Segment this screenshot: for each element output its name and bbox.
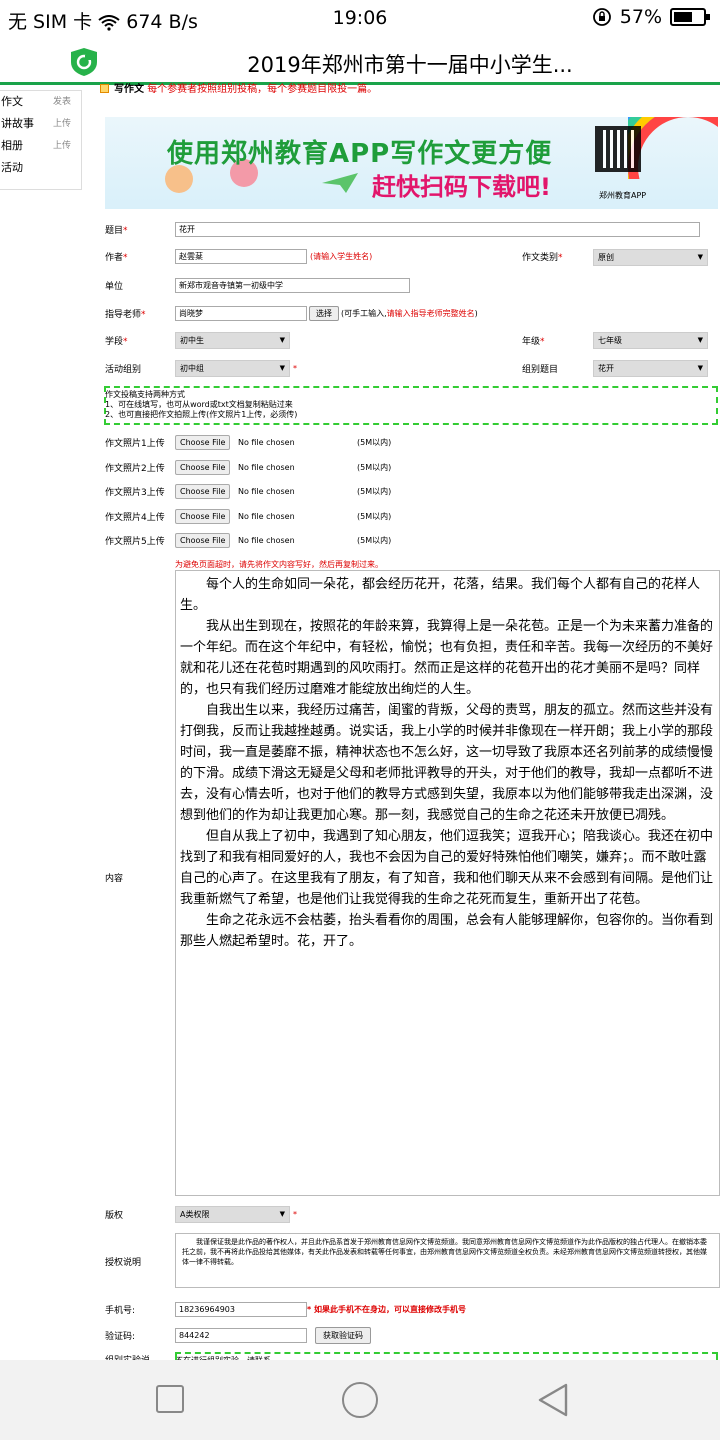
group-required-star: * <box>293 364 297 373</box>
get-code-button[interactable]: 获取验证码 <box>315 1327 371 1344</box>
home-icon[interactable] <box>342 1382 378 1418</box>
back-icon[interactable] <box>536 1382 570 1418</box>
photo-label: 作文照片4上传 <box>105 513 165 523</box>
side-item-story[interactable]: 讲故事 上传 <box>0 113 81 135</box>
system-nav-bar <box>0 1360 720 1440</box>
photo-size-limit: (5M以内) <box>357 536 392 545</box>
photo2-choose-button[interactable]: Choose File <box>175 460 231 475</box>
photo-size-limit: (5M以内) <box>357 512 392 521</box>
side-item-essay[interactable]: 作文 发表 <box>0 91 81 113</box>
stage-label: 学段* <box>105 337 128 347</box>
copyright-required-star: * <box>293 1210 297 1219</box>
author-label: 作者* <box>105 253 128 263</box>
content-label: 内容 <box>105 874 124 884</box>
unit-input[interactable]: 新郑市观音寺镇第一初级中学 <box>175 278 410 293</box>
auth-statement: 我谨保证我是此作品的著作权人，并且此作品系首发于郑州教育信息网作文博览频道。我同… <box>175 1233 720 1288</box>
photo-label: 作文照片1上传 <box>105 439 165 449</box>
photo-file-status: No file chosen <box>238 438 295 447</box>
grade-label: 年级* <box>522 337 545 347</box>
grade-select[interactable]: 七年级 <box>593 332 708 349</box>
side-menu: 作文 发表 讲故事 上传 相册 上传 活动 <box>0 90 82 190</box>
photo5-choose-button[interactable]: Choose File <box>175 533 231 548</box>
author-hint: (请输入学生姓名) <box>310 252 373 261</box>
section-heading: 写作文 每个参赛者按照组别投稿，每个参赛题目限投一篇。 <box>100 84 377 96</box>
rotation-lock-icon <box>592 8 611 26</box>
phone-hint: * 如果此手机不在身边，可以直接修改手机号 <box>307 1305 466 1314</box>
banner-line2: 赶快扫码下载吧! <box>372 173 551 201</box>
group-select[interactable]: 初中组 <box>175 360 290 377</box>
screen: 无 SIM 卡 674 B/s 19:06 57% 2019年郑州市第十一届中小… <box>0 0 720 1440</box>
photo-label: 作文照片2上传 <box>105 464 165 474</box>
select-teacher-button[interactable]: 选择 <box>309 306 339 321</box>
auth-label: 授权说明 <box>105 1258 142 1268</box>
recent-apps-icon[interactable] <box>156 1385 184 1413</box>
battery-percent: 57% <box>619 6 662 28</box>
essay-content-textarea[interactable]: 每个人的生命如同一朵花，都会经历花开，花落，结果。我们每个人都有自己的花样人生。… <box>175 570 720 1196</box>
photo1-choose-button[interactable]: Choose File <box>175 435 231 450</box>
submission-tips: 作文投稿支持两种方式 1、可在线填写，也可从word或txt文档复制粘贴过来 2… <box>105 390 298 419</box>
status-bar: 无 SIM 卡 674 B/s 19:06 57% <box>0 0 720 38</box>
stage-select[interactable]: 初中生 <box>175 332 290 349</box>
photo-size-limit: (5M以内) <box>357 487 392 496</box>
photo-label: 作文照片5上传 <box>105 537 165 547</box>
photo3-choose-button[interactable]: Choose File <box>175 484 231 499</box>
teacher-hint: (可手工输入,请输入指导老师完整姓名) <box>341 309 478 318</box>
topic-select[interactable]: 花开 <box>593 360 708 377</box>
title-bar: 2019年郑州市第十一届中小学生... <box>0 38 720 84</box>
code-label: 验证码: <box>105 1332 136 1342</box>
photo-label: 作文照片3上传 <box>105 488 165 498</box>
paper-plane-icon <box>322 173 358 193</box>
promo-banner[interactable]: 使用郑州教育APP写作文更方便 赶快扫码下载吧! 郑州教育APP <box>105 117 718 209</box>
category-label: 作文类别* <box>522 253 563 263</box>
battery-icon <box>670 8 710 26</box>
banner-line1: 使用郑州教育APP写作文更方便 <box>167 139 553 169</box>
photo-file-status: No file chosen <box>238 512 295 521</box>
photo-file-status: No file chosen <box>238 463 295 472</box>
teacher-label: 指导老师* <box>105 310 146 320</box>
category-select[interactable]: 原创 <box>593 249 708 266</box>
verify-code-input[interactable]: 844242 <box>175 1328 307 1343</box>
photo-size-limit: (5M以内) <box>357 463 392 472</box>
copyright-label: 版权 <box>105 1211 124 1221</box>
author-input[interactable]: 赵雲棻 <box>175 249 307 264</box>
unit-label: 单位 <box>105 282 124 292</box>
copyright-select[interactable]: A类权限 <box>175 1206 290 1223</box>
section-icon <box>100 84 109 93</box>
topic-label: 组别题目 <box>522 365 559 375</box>
qr-label: 郑州教育APP <box>599 191 647 200</box>
phone-label: 手机号: <box>105 1306 136 1316</box>
photo-file-status: No file chosen <box>238 536 295 545</box>
side-item-album[interactable]: 相册 上传 <box>0 135 81 157</box>
phone-input[interactable]: 18236964903 <box>175 1302 307 1317</box>
teacher-input[interactable]: 尚晓梦 <box>175 306 307 321</box>
photo4-choose-button[interactable]: Choose File <box>175 509 231 524</box>
title-input[interactable]: 花开 <box>175 222 700 237</box>
side-item-activity[interactable]: 活动 <box>0 157 81 179</box>
title-label: 题目* <box>105 226 128 236</box>
qr-code-icon <box>595 126 641 172</box>
photo-file-status: No file chosen <box>238 487 295 496</box>
photo-size-limit: (5M以内) <box>357 438 392 447</box>
page-title: 2019年郑州市第十一届中小学生... <box>247 53 573 77</box>
group-label: 活动组别 <box>105 365 142 375</box>
